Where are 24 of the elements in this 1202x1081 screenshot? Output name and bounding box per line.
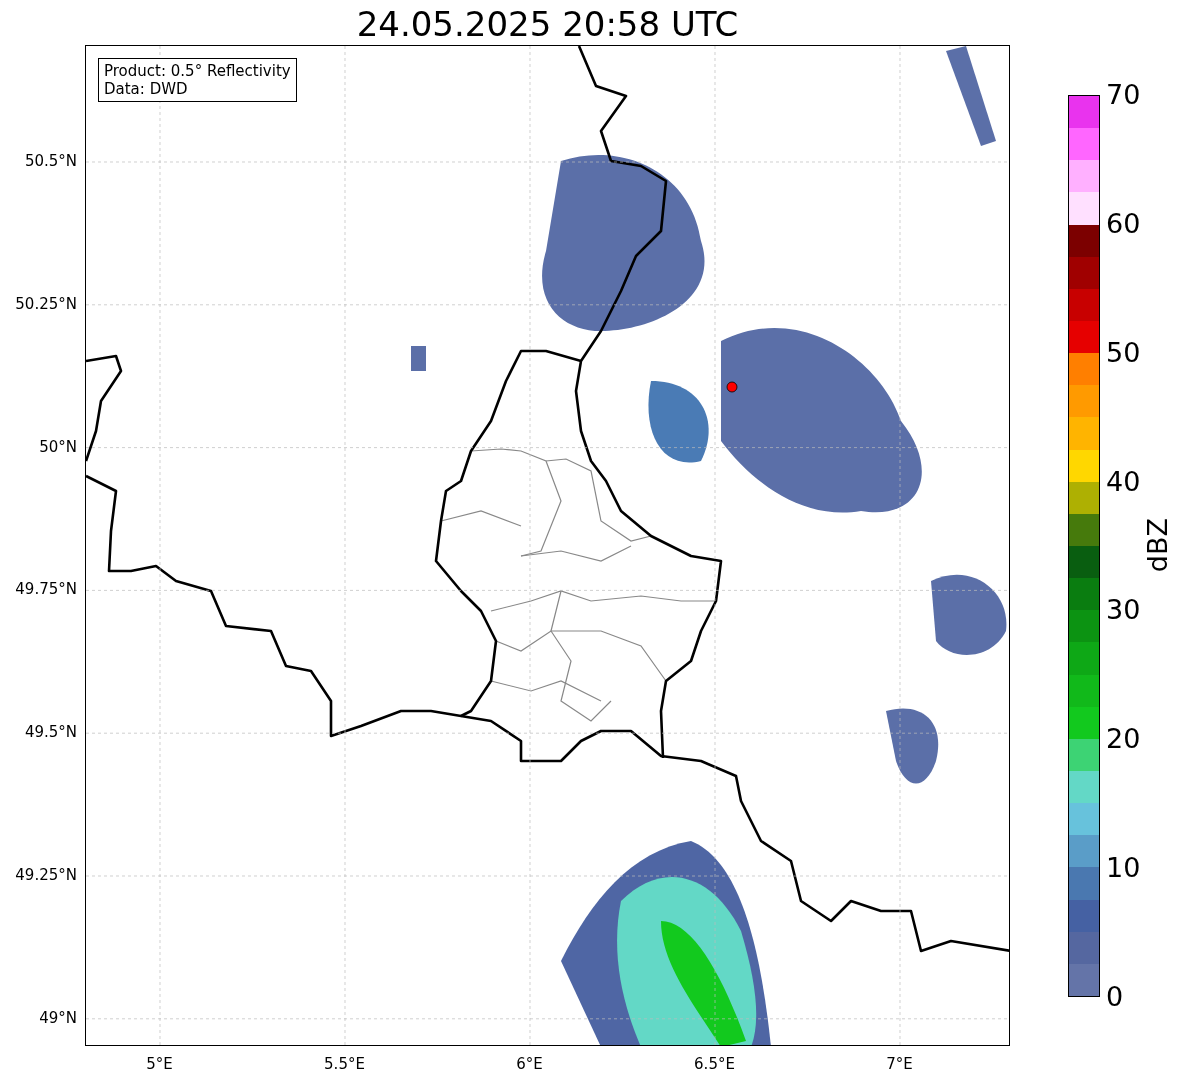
- latitude-label: 49.25°N: [15, 867, 78, 884]
- scale-tick-label: 50: [1105, 337, 1141, 368]
- scale-tick-label: 20: [1105, 724, 1141, 755]
- longitude-label: 6.5°E: [693, 1054, 736, 1073]
- latitude-label: 50.5°N: [24, 153, 78, 169]
- scale-tick-label: 10: [1105, 853, 1141, 884]
- scale-tick-label: 30: [1105, 595, 1141, 626]
- scale-tick-label: 0: [1105, 981, 1125, 1012]
- longitude-label: 6°E: [515, 1054, 544, 1073]
- longitude-label: 5°E: [145, 1054, 174, 1073]
- scale-tick-label: 40: [1105, 466, 1141, 497]
- scale-unit-label: dBZ: [1142, 517, 1174, 573]
- latitude-label: 49.75°N: [15, 581, 78, 598]
- latitude-label: 50.25°N: [15, 295, 78, 312]
- chart-title: 24.05.2025 20:58 UTC: [355, 3, 739, 45]
- scale-tick-label: 60: [1105, 208, 1141, 239]
- longitude-label: 7°E: [885, 1054, 914, 1073]
- latitude-label: 49.5°N: [24, 724, 78, 741]
- latitude-label: 50°N: [39, 438, 78, 455]
- longitude-label: 5.5°E: [323, 1054, 366, 1073]
- latitude-label: 49°N: [39, 1009, 78, 1026]
- radar-site-icon: [726, 381, 738, 393]
- info-box: Product: 0.5° Reflectivity Data: DWD: [98, 58, 297, 102]
- scale-tick-label: 70: [1105, 80, 1141, 110]
